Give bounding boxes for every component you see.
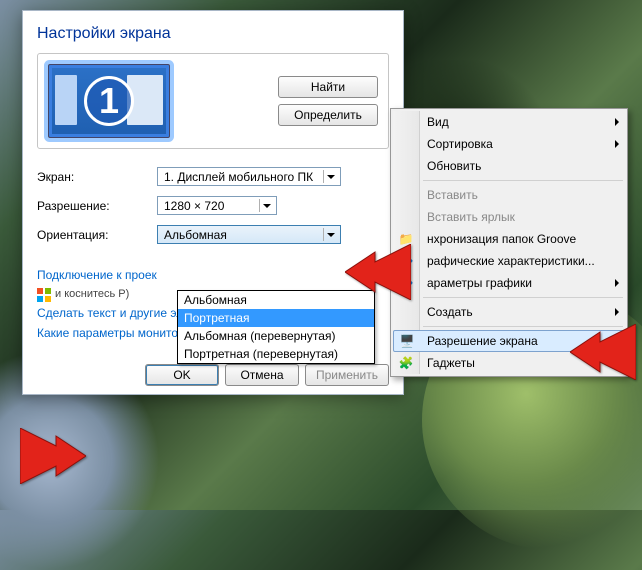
monitor-thumbnail[interactable]: 1 xyxy=(48,64,170,138)
monitor-icon: 🖥️ xyxy=(399,333,415,349)
screen-select[interactable]: 1. Дисплей мобильного ПК xyxy=(157,167,341,186)
chevron-down-icon xyxy=(323,228,337,241)
menu-graphics-props[interactable]: 🔷рафические характеристики... xyxy=(393,250,625,272)
screen-label: Экран: xyxy=(37,170,157,184)
orientation-label: Ориентация: xyxy=(37,228,157,242)
menu-paste-shortcut: Вставить ярлык xyxy=(393,206,625,228)
menu-new[interactable]: Создать xyxy=(393,301,625,323)
dialog-title: Настройки экрана xyxy=(37,25,389,43)
menu-sort[interactable]: Сортировка xyxy=(393,133,625,155)
submenu-arrow-icon xyxy=(615,279,619,287)
menu-graphics-opts[interactable]: 🔷араметры графики xyxy=(393,272,625,294)
chevron-down-icon xyxy=(323,170,337,183)
identify-button[interactable]: Определить xyxy=(278,104,378,126)
chevron-down-icon xyxy=(259,199,273,212)
menu-refresh[interactable]: Обновить xyxy=(393,155,625,177)
resolution-select[interactable]: 1280 × 720 xyxy=(157,196,277,215)
orientation-option[interactable]: Альбомная (перевернутая) xyxy=(178,327,374,345)
display-settings-dialog: Настройки экрана 1 Найти Определить Экра… xyxy=(22,10,404,395)
cancel-button[interactable]: Отмена xyxy=(225,364,299,386)
ok-button[interactable]: OK xyxy=(145,364,219,386)
orientation-option[interactable]: Портретная xyxy=(178,309,374,327)
connect-projector-link[interactable]: Подключение к проек xyxy=(37,268,157,282)
annotation-arrow xyxy=(570,324,636,380)
apply-button[interactable]: Применить xyxy=(305,364,389,386)
menu-paste: Вставить xyxy=(393,184,625,206)
submenu-arrow-icon xyxy=(615,140,619,148)
orientation-select[interactable]: Альбомная xyxy=(157,225,341,244)
windows-logo-icon xyxy=(37,288,51,302)
display-preview: 1 Найти Определить xyxy=(37,53,389,149)
monitor-number: 1 xyxy=(84,76,134,126)
submenu-arrow-icon xyxy=(615,118,619,126)
annotation-arrow xyxy=(20,428,86,484)
menu-groove-sync[interactable]: 📁нхронизация папок Groove xyxy=(393,228,625,250)
gadgets-icon: 🧩 xyxy=(398,355,414,371)
orientation-option[interactable]: Портретная (перевернутая) xyxy=(178,345,374,363)
menu-view[interactable]: Вид xyxy=(393,111,625,133)
orientation-dropdown: Альбомная Портретная Альбомная (переверн… xyxy=(177,290,375,364)
submenu-arrow-icon xyxy=(615,308,619,316)
resolution-label: Разрешение: xyxy=(37,199,157,213)
detect-button[interactable]: Найти xyxy=(278,76,378,98)
annotation-arrow xyxy=(345,244,411,300)
